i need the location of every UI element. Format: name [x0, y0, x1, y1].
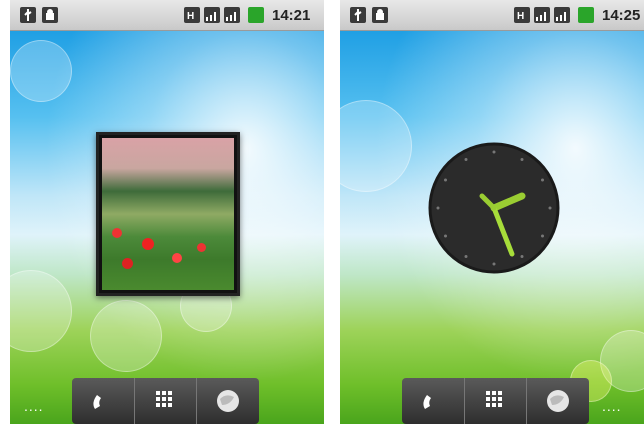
- globe-icon: [547, 390, 569, 412]
- status-time: 14:21: [272, 7, 311, 24]
- apps-button[interactable]: [134, 378, 197, 424]
- phone-button[interactable]: [72, 378, 134, 424]
- signal-strength-icon: [534, 7, 550, 23]
- svg-text:H: H: [187, 11, 194, 22]
- signal-strength-icon: [224, 7, 240, 23]
- app-grid-icon: [156, 391, 172, 407]
- home-screen-left: H 14:21 ....: [10, 0, 324, 424]
- flower: [172, 253, 182, 263]
- flower: [122, 258, 133, 269]
- flower: [112, 228, 122, 238]
- signal-strength-icon: [554, 7, 570, 23]
- phone-icon: [93, 395, 101, 409]
- flower: [142, 238, 154, 250]
- apps-button[interactable]: [464, 378, 527, 424]
- phone-button[interactable]: [402, 378, 464, 424]
- hspa-signal-icon: H: [184, 7, 200, 23]
- globe-icon: [217, 390, 239, 412]
- photo-image: [102, 138, 234, 290]
- dock-more-dots[interactable]: ....: [602, 398, 622, 414]
- status-bar: H 14:21: [10, 0, 324, 31]
- browser-button[interactable]: [196, 378, 259, 424]
- bokeh: [340, 100, 412, 192]
- status-time: 14:25: [602, 7, 641, 24]
- usb-icon: [350, 7, 366, 23]
- status-bar: H 14:25: [340, 0, 644, 31]
- bokeh: [10, 40, 72, 102]
- android-debug-icon: [42, 7, 58, 23]
- browser-button[interactable]: [526, 378, 589, 424]
- hspa-signal-icon: H: [514, 7, 530, 23]
- analog-clock-widget[interactable]: [426, 140, 562, 276]
- home-screen-right: H 14:25 ....: [340, 0, 644, 424]
- usb-icon: [20, 7, 36, 23]
- battery-icon: [578, 7, 594, 23]
- battery-icon: [248, 7, 264, 23]
- bokeh: [90, 300, 162, 372]
- photo-frame-widget[interactable]: [96, 132, 240, 296]
- bokeh: [10, 270, 72, 352]
- svg-text:H: H: [517, 11, 524, 22]
- android-debug-icon: [372, 7, 388, 23]
- dock-more-dots[interactable]: ....: [24, 398, 44, 414]
- dock: [402, 378, 590, 424]
- signal-strength-icon: [204, 7, 220, 23]
- dock: [72, 378, 260, 424]
- app-grid-icon: [486, 391, 502, 407]
- flower: [197, 243, 206, 252]
- phone-icon: [423, 395, 431, 409]
